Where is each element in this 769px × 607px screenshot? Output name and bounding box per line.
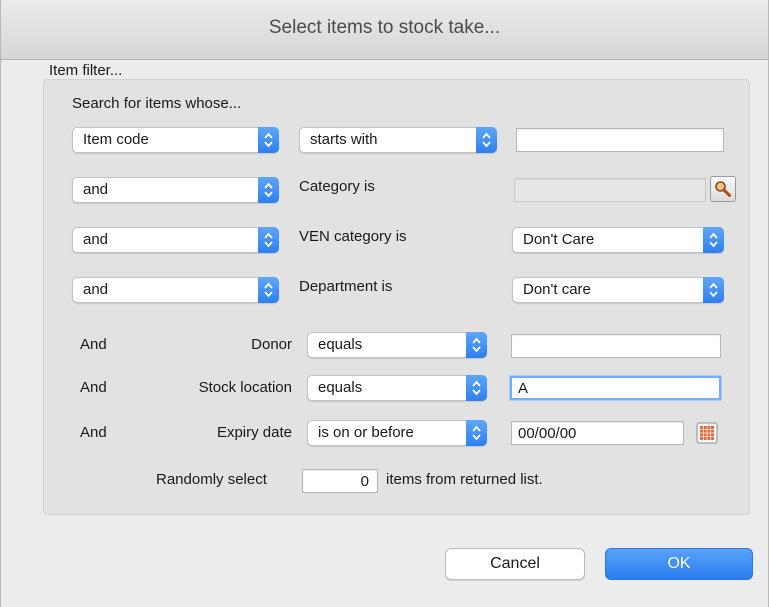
category-conjunction-popup[interactable]: and	[72, 177, 279, 203]
random-select-label: Randomly select	[156, 471, 267, 488]
window-title: Select items to stock take...	[268, 17, 501, 38]
ok-button[interactable]: OK	[605, 548, 753, 580]
item-field-popup[interactable]: Item code	[72, 127, 279, 153]
calendar-icon	[696, 422, 718, 444]
cancel-button[interactable]: Cancel	[445, 548, 585, 580]
updown-arrows-icon	[703, 277, 724, 303]
ven-category-value: Don't Care	[523, 231, 595, 248]
stock-location-input[interactable]	[510, 376, 721, 400]
location-operator-popup[interactable]: equals	[307, 375, 487, 401]
location-operator-value: equals	[318, 379, 363, 396]
random-count-input[interactable]	[302, 469, 378, 493]
department-popup[interactable]: Don't care	[512, 277, 724, 303]
expiry-operator-popup[interactable]: is on or before	[307, 420, 487, 446]
department-conjunction-value: and	[83, 281, 109, 298]
title-bar[interactable]: Select items to stock take...	[1, 0, 768, 60]
category-input	[514, 178, 706, 202]
donor-conjunction-label: And	[80, 336, 107, 353]
expiry-date-label: Expiry date	[216, 424, 292, 441]
updown-arrows-icon	[703, 227, 724, 253]
updown-arrows-icon	[466, 375, 487, 401]
calendar-button[interactable]	[696, 422, 718, 444]
department-label: Department is	[299, 278, 393, 295]
updown-arrows-icon	[476, 127, 497, 153]
stock-location-label: Stock location	[198, 379, 292, 396]
magnifier-icon	[715, 181, 731, 197]
updown-arrows-icon	[258, 127, 279, 153]
random-suffix-label: items from returned list.	[386, 471, 543, 488]
expiry-date-input[interactable]	[511, 421, 684, 445]
ven-category-popup[interactable]: Don't Care	[512, 227, 724, 253]
donor-operator-popup[interactable]: equals	[307, 332, 487, 358]
category-conjunction-value: and	[83, 181, 109, 198]
updown-arrows-icon	[258, 277, 279, 303]
ven-conjunction-popup[interactable]: and	[72, 227, 279, 253]
updown-arrows-icon	[466, 332, 487, 358]
category-lookup-button[interactable]	[710, 176, 736, 202]
updown-arrows-icon	[466, 420, 487, 446]
donor-input[interactable]	[511, 334, 721, 358]
item-filter-group: Search for items whose... Item code star…	[43, 79, 750, 515]
item-operator-popup[interactable]: starts with	[299, 127, 497, 153]
item-field-value: Item code	[83, 131, 149, 148]
stock-take-dialog: Select items to stock take... Item filte…	[0, 0, 769, 607]
expiry-conjunction-label: And	[80, 424, 107, 441]
item-filter-label: Item filter...	[49, 62, 123, 79]
item-operator-value: starts with	[310, 131, 378, 148]
updown-arrows-icon	[258, 227, 279, 253]
expiry-operator-value: is on or before	[318, 424, 414, 441]
location-conjunction-label: And	[80, 379, 107, 396]
department-conjunction-popup[interactable]: and	[72, 277, 279, 303]
ven-conjunction-value: and	[83, 231, 109, 248]
item-code-input[interactable]	[516, 128, 724, 152]
search-heading: Search for items whose...	[72, 95, 242, 112]
updown-arrows-icon	[258, 177, 279, 203]
category-label: Category is	[299, 178, 375, 195]
donor-operator-value: equals	[318, 336, 363, 353]
donor-label: Donor	[251, 336, 292, 353]
ven-category-label: VEN category is	[299, 228, 407, 245]
department-value: Don't care	[523, 281, 591, 298]
